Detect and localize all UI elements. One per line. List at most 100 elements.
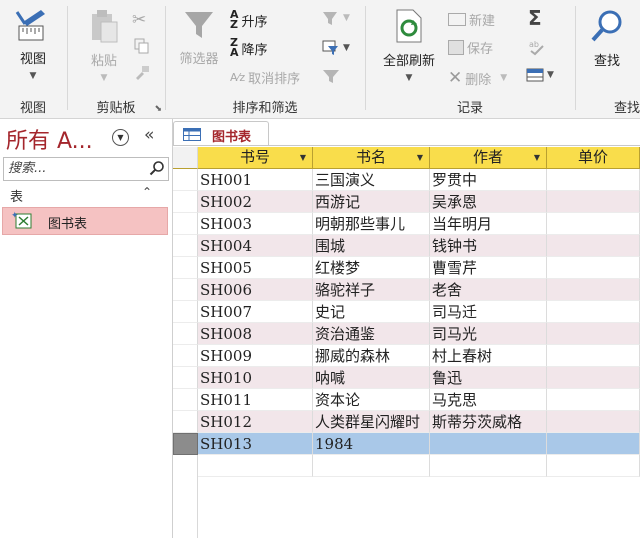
row-selector[interactable] — [173, 411, 198, 433]
table-cell[interactable]: SH006 — [198, 279, 313, 301]
column-header[interactable]: 书号 ▼ — [198, 147, 313, 169]
table-cell[interactable]: SH003 — [198, 213, 313, 235]
table-cell[interactable]: 挪威的森林 — [313, 345, 430, 367]
row-selector[interactable] — [173, 389, 198, 411]
nav-search-input[interactable] — [4, 158, 148, 178]
table-cell[interactable] — [547, 235, 640, 257]
table-cell[interactable]: 老舍 — [430, 279, 547, 301]
table-cell[interactable]: 司马光 — [430, 323, 547, 345]
row-selector[interactable] — [173, 235, 198, 257]
collapse-pane-icon[interactable]: « — [144, 125, 154, 145]
table-cell[interactable]: 村上春树 — [430, 345, 547, 367]
table-cell[interactable] — [547, 191, 640, 213]
toggle-filter-button[interactable] — [322, 68, 340, 84]
more-button[interactable]: ▼ — [526, 68, 554, 82]
collapse-section-icon[interactable]: ⌃ — [142, 185, 152, 199]
column-dropdown-icon[interactable]: ▼ — [417, 147, 423, 168]
table-cell[interactable] — [430, 455, 547, 477]
column-dropdown-icon[interactable]: ▼ — [300, 147, 306, 168]
search-icon[interactable] — [149, 160, 165, 176]
sort-descending-button[interactable]: ZA 降序 — [230, 37, 268, 58]
format-painter-icon[interactable] — [134, 64, 150, 80]
table-cell[interactable] — [547, 367, 640, 389]
find-button[interactable]: 查找 — [582, 8, 632, 69]
table-cell[interactable]: 资治通鉴 — [313, 323, 430, 345]
table-cell[interactable]: 明朝那些事儿 — [313, 213, 430, 235]
row-selector[interactable] — [173, 169, 198, 191]
row-selector[interactable] — [173, 301, 198, 323]
table-cell[interactable]: 吴承恩 — [430, 191, 547, 213]
table-cell[interactable]: 骆驼祥子 — [313, 279, 430, 301]
table-cell[interactable]: 西游记 — [313, 191, 430, 213]
remove-sort-button[interactable]: A⁄z 取消排序 — [230, 68, 300, 87]
row-selector[interactable] — [173, 191, 198, 213]
row-selector[interactable] — [173, 279, 198, 301]
table-cell[interactable]: 当年明月 — [430, 213, 547, 235]
copy-icon[interactable] — [134, 38, 150, 54]
table-cell[interactable]: 罗贯中 — [430, 169, 547, 191]
table-cell[interactable]: SH010 — [198, 367, 313, 389]
save-record-button[interactable]: 保存 — [448, 38, 493, 57]
selection-filter-button[interactable]: ▼ — [322, 10, 350, 26]
nav-section-tables[interactable]: 表 ⌃ — [0, 185, 172, 205]
totals-button[interactable]: Σ — [528, 6, 542, 30]
table-cell[interactable]: SH005 — [198, 257, 313, 279]
table-cell[interactable]: 三国演义 — [313, 169, 430, 191]
spelling-button[interactable]: ab — [528, 38, 546, 56]
table-cell[interactable] — [313, 455, 430, 477]
table-cell[interactable]: SH013 — [198, 433, 313, 455]
row-selector[interactable] — [173, 455, 198, 477]
table-cell[interactable] — [547, 169, 640, 191]
table-cell[interactable]: 斯蒂芬茨威格 — [430, 411, 547, 433]
table-cell[interactable]: 呐喊 — [313, 367, 430, 389]
table-cell[interactable]: 围城 — [313, 235, 430, 257]
refresh-all-button[interactable]: 全部刷新 ▼ — [374, 8, 444, 84]
column-dropdown-icon[interactable]: ▼ — [534, 147, 540, 168]
table-cell[interactable] — [547, 345, 640, 367]
table-cell[interactable]: 1984 — [313, 433, 430, 455]
table-cell[interactable]: 资本论 — [313, 389, 430, 411]
table-cell[interactable]: 司马迁 — [430, 301, 547, 323]
column-header[interactable]: 书名 ▼ — [313, 147, 430, 169]
row-selector[interactable] — [173, 323, 198, 345]
table-cell[interactable] — [198, 455, 313, 477]
table-cell[interactable] — [547, 279, 640, 301]
table-cell[interactable] — [430, 433, 547, 455]
table-cell[interactable]: 曹雪芹 — [430, 257, 547, 279]
paste-button[interactable]: 粘贴 ▼ — [82, 8, 126, 84]
table-cell[interactable]: SH012 — [198, 411, 313, 433]
filter-button[interactable]: 筛选器 — [174, 8, 224, 67]
table-cell[interactable]: SH001 — [198, 169, 313, 191]
nav-menu-icon[interactable]: ▼ — [112, 129, 129, 146]
table-cell[interactable]: SH004 — [198, 235, 313, 257]
table-cell[interactable] — [547, 213, 640, 235]
view-button[interactable]: 视图 ▼ — [8, 8, 58, 82]
nav-item-table[interactable]: ✦ 图书表 — [2, 207, 168, 235]
new-record-button[interactable]: 新建 — [448, 10, 495, 29]
column-header[interactable]: 作者 ▼ — [430, 147, 547, 169]
table-cell[interactable]: SH009 — [198, 345, 313, 367]
table-cell[interactable]: 马克思 — [430, 389, 547, 411]
tab-book-table[interactable]: 图书表 — [173, 121, 269, 146]
cut-icon[interactable]: ✂ — [132, 10, 146, 30]
row-selector[interactable] — [173, 345, 198, 367]
nav-pane-title[interactable]: 所有 A... — [6, 123, 93, 155]
dialog-launcher-icon[interactable]: ⬊ — [154, 104, 162, 114]
table-cell[interactable] — [547, 411, 640, 433]
table-cell[interactable]: 史记 — [313, 301, 430, 323]
table-cell[interactable] — [547, 257, 640, 279]
table-cell[interactable] — [547, 323, 640, 345]
table-cell[interactable] — [547, 455, 640, 477]
table-cell[interactable] — [547, 301, 640, 323]
table-cell[interactable]: 人类群星闪耀时 — [313, 411, 430, 433]
row-selector[interactable] — [173, 367, 198, 389]
table-cell[interactable]: 红楼梦 — [313, 257, 430, 279]
delete-record-button[interactable]: ✕ 删除 ▼ — [448, 68, 507, 88]
sort-ascending-button[interactable]: AZ 升序 — [230, 9, 268, 30]
advanced-filter-button[interactable]: ▼ — [322, 40, 350, 56]
table-cell[interactable] — [547, 389, 640, 411]
row-selector[interactable] — [173, 433, 198, 455]
table-cell[interactable]: SH011 — [198, 389, 313, 411]
table-cell[interactable]: 鲁迅 — [430, 367, 547, 389]
row-selector[interactable] — [173, 257, 198, 279]
